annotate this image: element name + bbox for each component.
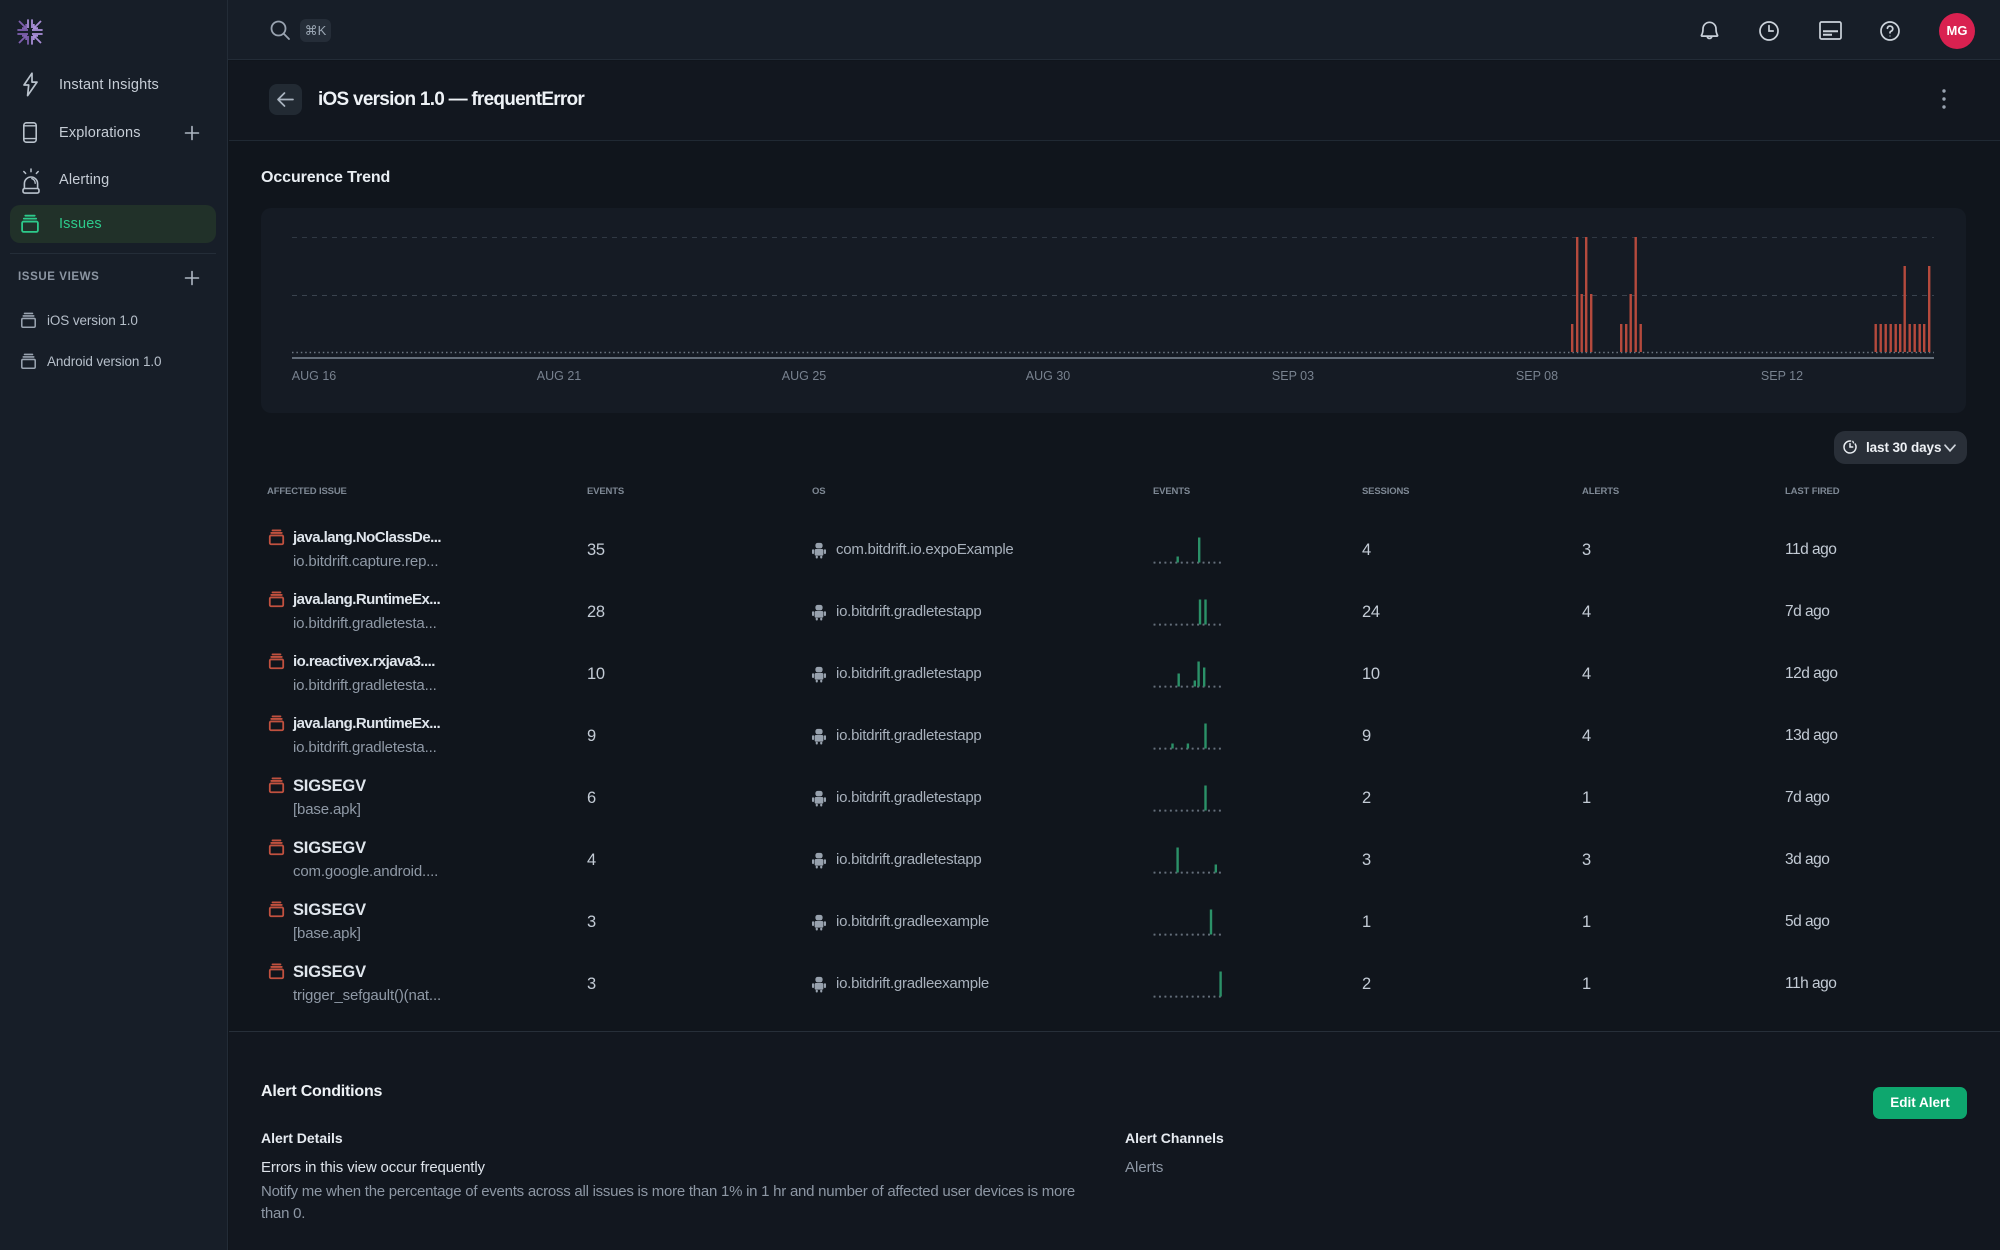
svg-text:SEP 03: SEP 03 xyxy=(1272,369,1314,383)
svg-text:AUG 30: AUG 30 xyxy=(1026,369,1071,383)
svg-text:AUG 25: AUG 25 xyxy=(782,369,827,383)
svg-text:SEP 08: SEP 08 xyxy=(1516,369,1558,383)
svg-text:SEP 12: SEP 12 xyxy=(1761,369,1803,383)
svg-text:AUG 21: AUG 21 xyxy=(537,369,582,383)
svg-text:AUG 16: AUG 16 xyxy=(292,369,337,383)
